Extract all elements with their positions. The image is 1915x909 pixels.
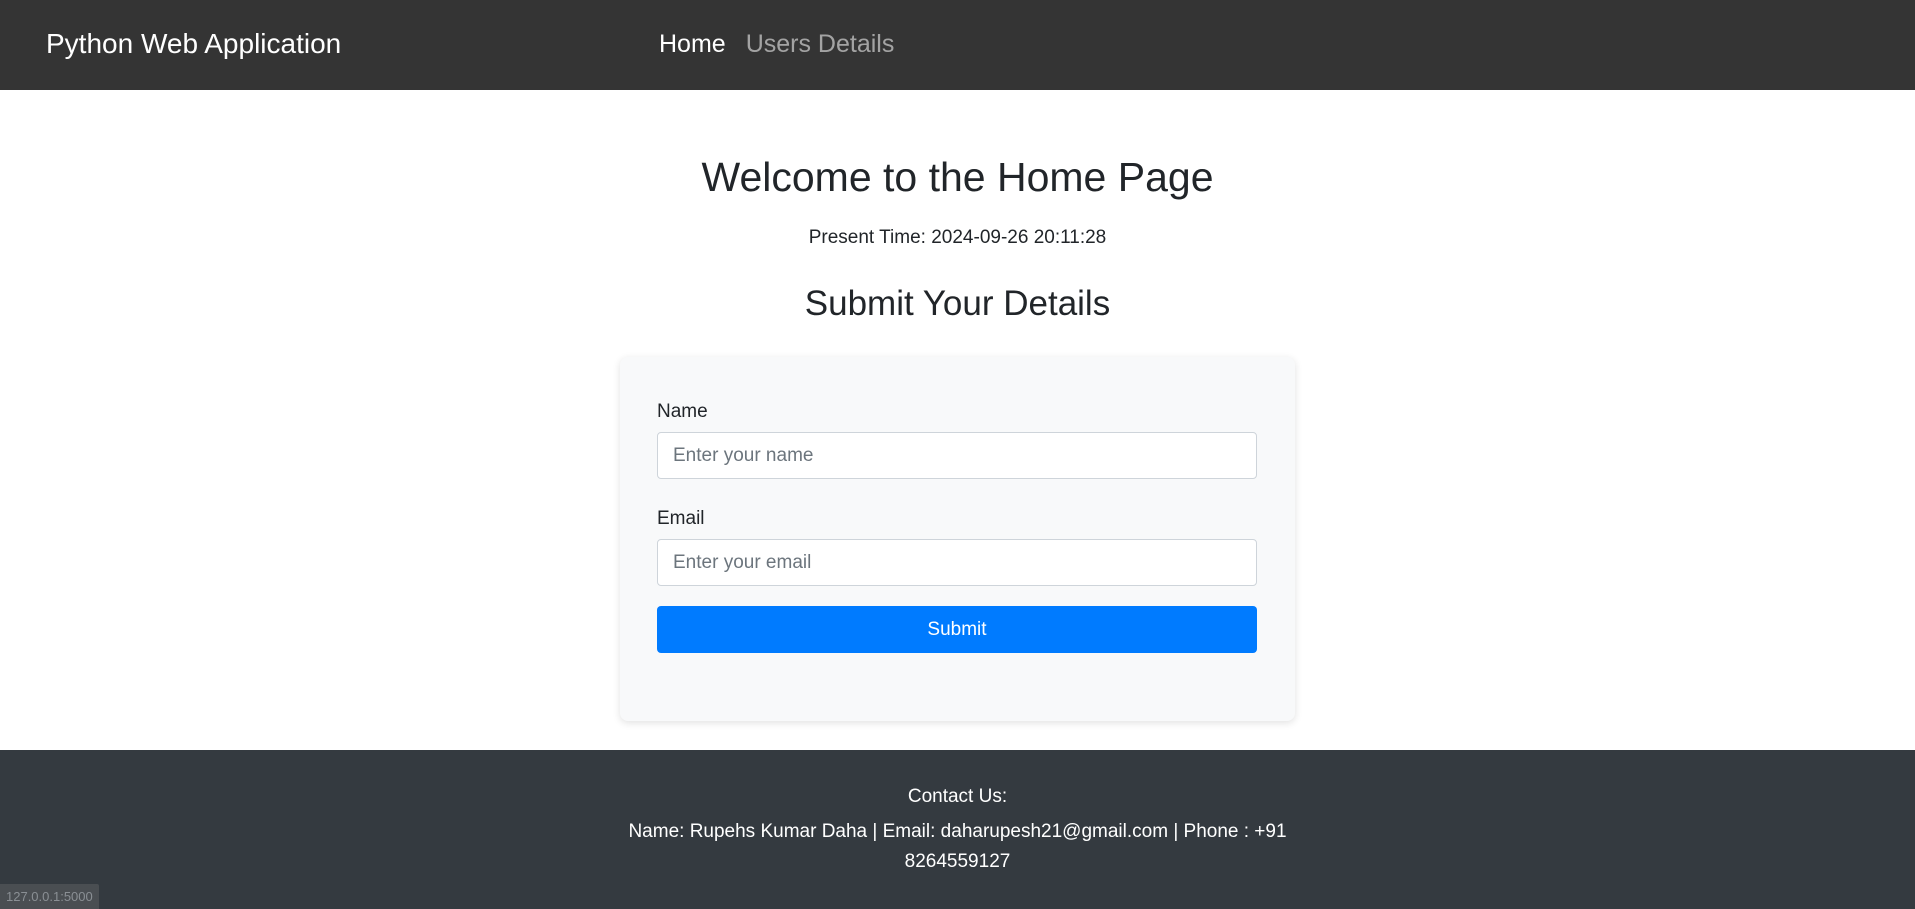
page-title: Welcome to the Home Page <box>701 154 1214 200</box>
email-input[interactable] <box>657 539 1257 586</box>
name-input[interactable] <box>657 432 1257 479</box>
email-label: Email <box>657 508 705 529</box>
footer: Contact Us: Name: Rupehs Kumar Daha | Em… <box>0 750 1915 909</box>
main-content: Welcome to the Home Page Present Time: 2… <box>0 90 1915 750</box>
top-navbar: Python Web Application Home Users Detail… <box>0 0 1915 90</box>
navbar-brand[interactable]: Python Web Application <box>46 26 341 62</box>
status-bar-url: 127.0.0.1:5000 <box>0 884 99 909</box>
nav-link-home[interactable]: Home <box>659 26 726 62</box>
details-form: Name Email Submit <box>620 357 1295 721</box>
footer-contact-info: Name: Rupehs Kumar Daha | Email: daharup… <box>628 821 1287 872</box>
footer-heading: Contact Us: <box>907 786 1008 807</box>
form-section-title: Submit Your Details <box>804 284 1111 323</box>
nav-links: Home Users Details <box>659 26 894 62</box>
nav-link-users-details[interactable]: Users Details <box>746 26 895 62</box>
present-time: Present Time: 2024-09-26 20:11:28 <box>808 227 1107 248</box>
name-label: Name <box>657 401 708 422</box>
submit-button[interactable]: Submit <box>657 606 1257 653</box>
